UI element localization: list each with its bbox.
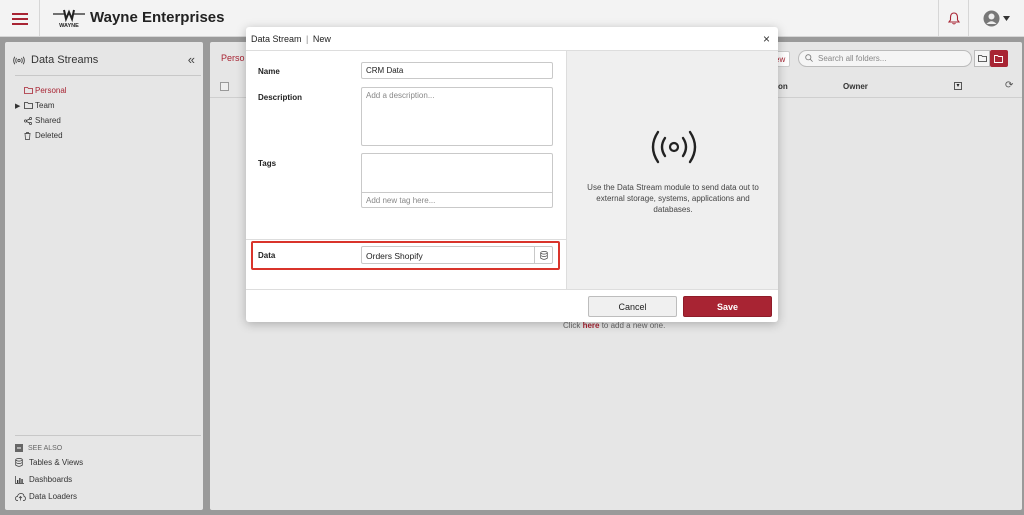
empty-state-message: Click here to add a new one. bbox=[563, 321, 666, 330]
new-tag-input[interactable]: Add new tag here... bbox=[362, 192, 552, 207]
add-new-link[interactable]: here bbox=[583, 321, 600, 330]
hamburger-menu-button[interactable] bbox=[0, 0, 40, 37]
see-also-data-loaders[interactable]: Data Loaders bbox=[15, 488, 195, 505]
user-menu-button[interactable] bbox=[968, 0, 1024, 37]
info-panel: Use the Data Stream module to send data … bbox=[566, 51, 778, 289]
caret-down-icon bbox=[1003, 16, 1010, 21]
sidebar-item-label: Personal bbox=[35, 86, 67, 95]
folder-open-icon bbox=[994, 54, 1003, 63]
sidebar-item-label: Team bbox=[35, 101, 55, 110]
tags-label: Tags bbox=[258, 159, 277, 168]
folder-icon bbox=[24, 102, 33, 109]
search-input[interactable]: Search all folders... bbox=[798, 50, 972, 67]
search-placeholder: Search all folders... bbox=[818, 54, 887, 63]
modal-form: Name CRM Data Description Add a descript… bbox=[246, 51, 566, 289]
tags-field[interactable]: Add new tag here... bbox=[361, 153, 553, 208]
modal-title: Data Stream | New bbox=[251, 34, 331, 44]
see-also-tables-views[interactable]: Tables & Views bbox=[15, 454, 195, 471]
sidebar-item-deleted[interactable]: Deleted bbox=[15, 128, 195, 143]
save-button[interactable]: Save bbox=[683, 296, 772, 317]
select-all-checkbox[interactable] bbox=[220, 82, 229, 91]
wayne-logo: WAYNE bbox=[53, 9, 85, 29]
refresh-icon[interactable]: ⟳ bbox=[1005, 80, 1013, 91]
data-label: Data bbox=[258, 251, 276, 260]
see-also-dashboards[interactable]: Dashboards bbox=[15, 471, 195, 488]
data-stream-modal: Data Stream | New × Name CRM Data Descri… bbox=[246, 27, 778, 322]
bell-icon bbox=[947, 12, 960, 25]
see-also-header: SEE ALSO bbox=[15, 442, 195, 454]
data-select-value: Orders Shopify bbox=[366, 251, 423, 261]
name-input[interactable]: CRM Data bbox=[361, 62, 553, 79]
new-folder-button[interactable] bbox=[990, 50, 1008, 67]
modal-header: Data Stream | New × bbox=[246, 27, 778, 51]
bar-chart-icon bbox=[15, 475, 24, 484]
minus-box-icon bbox=[15, 444, 23, 452]
close-button[interactable]: × bbox=[763, 32, 770, 46]
data-select[interactable]: Orders Shopify bbox=[361, 246, 553, 264]
data-browse-button[interactable] bbox=[534, 247, 552, 263]
description-textarea[interactable]: Add a description... bbox=[361, 87, 553, 146]
tags-list bbox=[362, 154, 552, 192]
database-icon bbox=[539, 250, 548, 260]
trash-icon bbox=[24, 131, 31, 140]
expand-arrow-icon[interactable]: ▶ bbox=[15, 102, 24, 110]
user-avatar-icon bbox=[983, 10, 1000, 27]
sidebar-header: Data Streams « bbox=[13, 52, 197, 68]
folder-tree: Personal ▶ Team Shared Deleted bbox=[15, 83, 195, 143]
name-label: Name bbox=[258, 67, 280, 76]
info-description: Use the Data Stream module to send data … bbox=[587, 183, 759, 214]
description-label: Description bbox=[258, 93, 303, 102]
breadcrumb[interactable]: Perso bbox=[221, 53, 245, 63]
see-also-section: SEE ALSO Tables & Views Dashboards Data … bbox=[15, 442, 195, 505]
column-header-on[interactable]: on bbox=[778, 82, 788, 91]
cloud-upload-icon bbox=[15, 492, 26, 501]
database-icon bbox=[15, 458, 23, 467]
sidebar-item-label: Shared bbox=[35, 116, 61, 125]
folder-icon bbox=[977, 55, 987, 62]
modal-footer: Cancel Save bbox=[246, 289, 778, 322]
see-also-divider bbox=[15, 435, 201, 436]
sidebar: Data Streams « Personal ▶ Team Shared De… bbox=[5, 42, 203, 510]
column-header-owner[interactable]: Owner bbox=[843, 82, 868, 91]
brand-name: Wayne Enterprises bbox=[90, 9, 225, 26]
cancel-button[interactable]: Cancel bbox=[588, 296, 677, 317]
broadcast-icon bbox=[651, 130, 697, 164]
sidebar-title: Data Streams bbox=[31, 54, 99, 66]
notifications-button[interactable] bbox=[938, 0, 968, 37]
share-icon bbox=[24, 116, 32, 125]
sidebar-item-shared[interactable]: Shared bbox=[15, 113, 195, 128]
sidebar-item-label: Deleted bbox=[35, 131, 63, 140]
broadcast-icon bbox=[13, 56, 25, 64]
hamburger-menu-icon bbox=[11, 12, 28, 25]
collapse-sidebar-button[interactable]: « bbox=[188, 52, 195, 67]
svg-text:WAYNE: WAYNE bbox=[59, 23, 79, 29]
folder-icon bbox=[24, 87, 33, 94]
search-icon bbox=[805, 53, 813, 62]
form-divider bbox=[246, 239, 566, 240]
folder-view-button[interactable] bbox=[974, 50, 990, 67]
sidebar-item-team[interactable]: ▶ Team bbox=[15, 98, 195, 113]
column-dropdown-icon[interactable]: ▾ bbox=[954, 82, 962, 90]
sidebar-item-personal[interactable]: Personal bbox=[15, 83, 195, 98]
sidebar-divider bbox=[15, 75, 201, 76]
